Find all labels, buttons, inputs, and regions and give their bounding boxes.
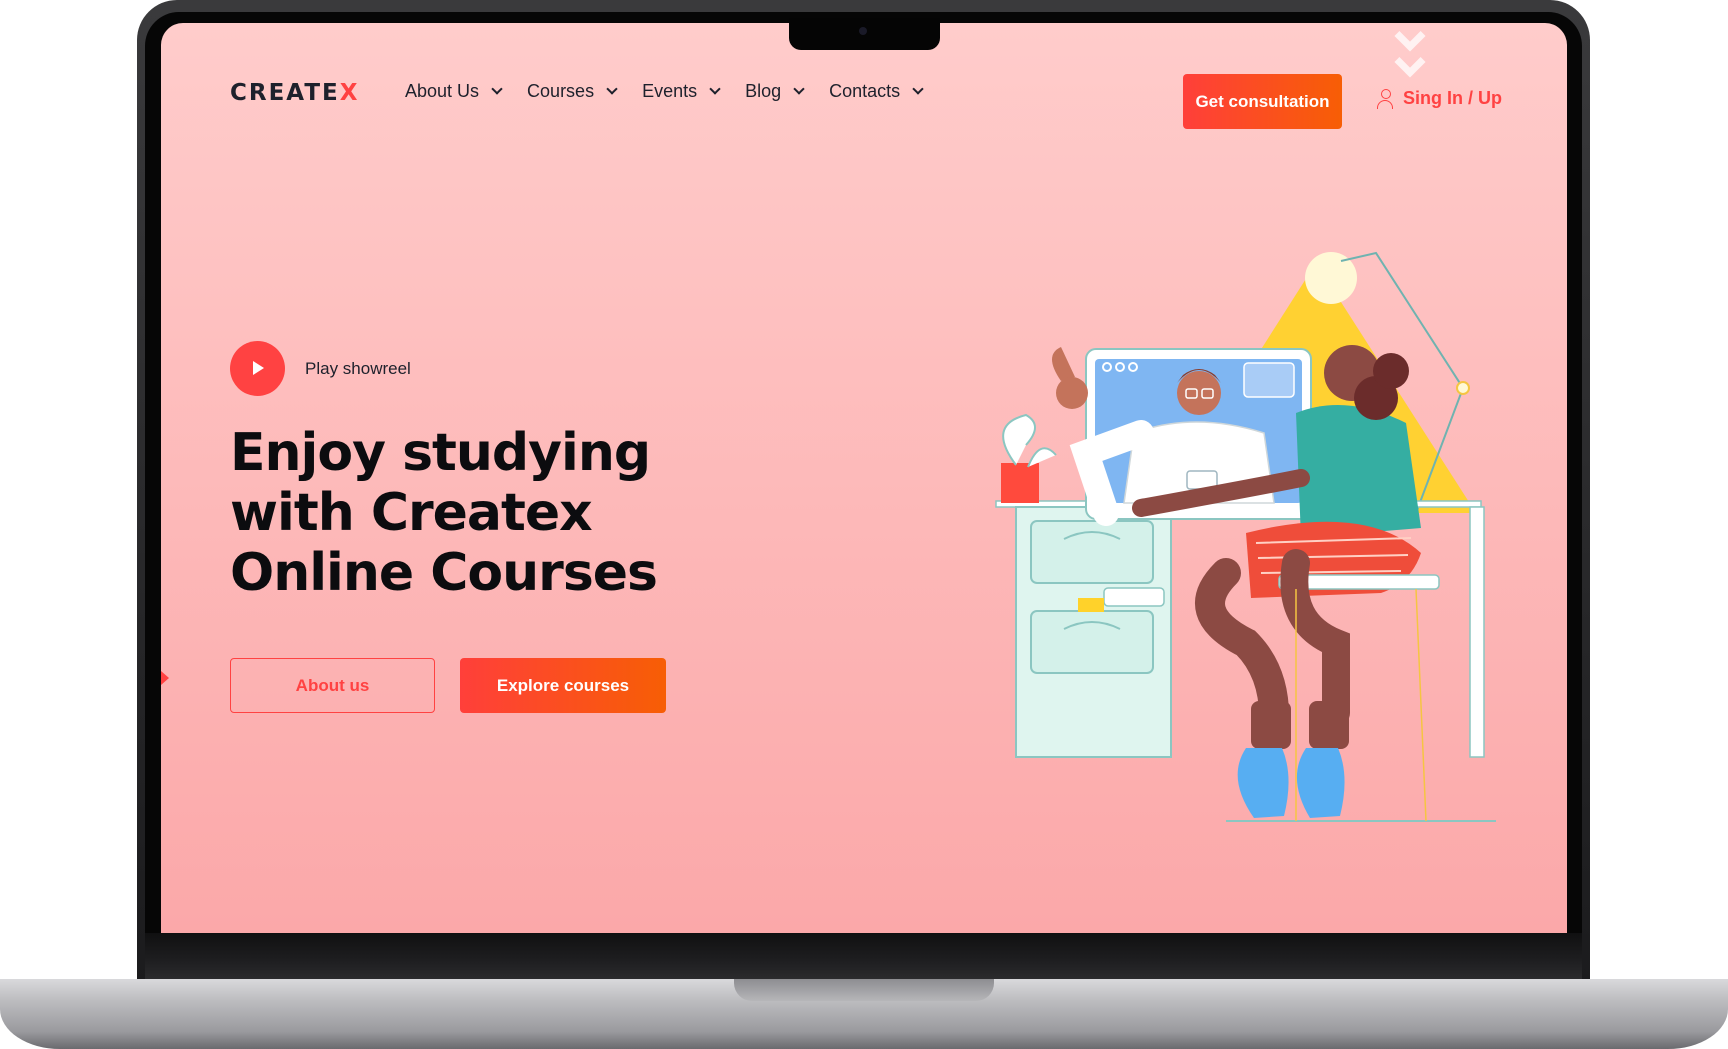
nav-item-events[interactable]: Events (642, 81, 721, 102)
side-arrow-icon (161, 671, 169, 685)
chevron-down-icon (709, 83, 721, 95)
nav-label: Contacts (829, 81, 901, 101)
sign-in-link[interactable]: Sing In / Up (1377, 88, 1502, 109)
explore-courses-button[interactable]: Explore courses (460, 658, 666, 713)
logo-accent: X (339, 80, 360, 106)
nav-item-blog[interactable]: Blog (745, 81, 805, 102)
hero-title: Enjoy studying with Createx Online Cours… (230, 423, 658, 603)
play-showreel[interactable]: Play showreel (230, 341, 411, 396)
play-icon[interactable] (230, 341, 285, 396)
nav-item-courses[interactable]: Courses (527, 81, 618, 102)
chevron-down-icon (606, 83, 618, 95)
logo-text: CREATE (230, 80, 340, 106)
laptop-bottom-bezel (145, 933, 1582, 979)
website-screen: CREATE X About Us Courses Events Blog Con… (161, 23, 1567, 933)
chevron-down-icon (793, 83, 805, 95)
nav-label: Blog (745, 81, 782, 101)
about-us-button[interactable]: About us (230, 658, 435, 713)
nav-label: Events (642, 81, 698, 101)
nav-item-contacts[interactable]: Contacts (829, 81, 924, 102)
user-icon (1377, 88, 1395, 109)
nav-label: About Us (405, 81, 480, 101)
camera-notch (789, 18, 940, 50)
hero-illustration (995, 251, 1496, 822)
get-consultation-button[interactable]: Get consultation (1183, 74, 1342, 129)
logo[interactable]: CREATE X (230, 78, 359, 108)
main-nav: About Us Courses Events Blog Contacts (405, 81, 924, 102)
nav-label: Courses (527, 81, 595, 101)
sign-in-label: Sing In / Up (1403, 88, 1502, 108)
nav-item-about-us[interactable]: About Us (405, 81, 503, 102)
chevron-down-icon (491, 83, 503, 95)
showreel-label: Play showreel (305, 358, 411, 378)
laptop-opening-notch (734, 979, 994, 1001)
chevron-down-icon (912, 83, 924, 95)
scroll-down-icon[interactable] (1389, 23, 1433, 95)
